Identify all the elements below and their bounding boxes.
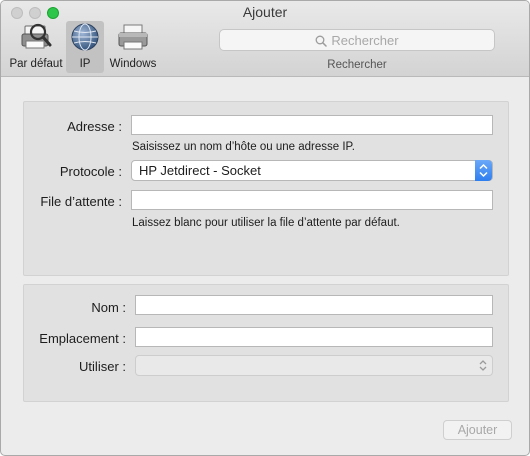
tab-windows[interactable]: Windows <box>105 21 161 73</box>
protocol-select[interactable]: HP Jetdirect - Socket <box>131 160 493 181</box>
name-label: Nom : <box>91 300 126 315</box>
driver-select[interactable] <box>135 355 493 376</box>
protocol-value: HP Jetdirect - Socket <box>139 163 261 178</box>
queue-label: File d’attente : <box>40 194 122 209</box>
address-field[interactable] <box>131 115 493 135</box>
tab-ip-label: IP <box>79 58 91 70</box>
tab-ip[interactable]: IP <box>66 21 104 73</box>
select-arrows-icon <box>476 358 490 373</box>
select-arrows-icon <box>475 160 492 181</box>
default-printer-icon <box>19 22 53 57</box>
printer-icon <box>116 22 150 57</box>
search-icon <box>315 35 328 50</box>
location-label: Emplacement : <box>39 331 126 346</box>
use-label: Utiliser : <box>79 359 126 374</box>
search-placeholder: Rechercher <box>331 33 399 48</box>
tab-default-label: Par défaut <box>9 58 63 70</box>
queue-hint: Laissez blanc pour utiliser la file d’at… <box>132 217 400 229</box>
add-button[interactable]: Ajouter <box>443 420 512 440</box>
add-printer-window: Ajouter Par défaut IP Windows Rechercher… <box>0 0 530 456</box>
protocol-label: Protocole : <box>59 164 122 179</box>
tab-windows-label: Windows <box>109 58 157 70</box>
window-title: Ajouter <box>242 4 288 20</box>
address-label: Adresse : <box>67 119 122 134</box>
search-field[interactable]: Rechercher <box>219 29 495 51</box>
name-field[interactable] <box>135 295 493 315</box>
globe-icon <box>70 22 100 57</box>
titlebar: Ajouter Par défaut IP Windows Rechercher… <box>1 1 529 77</box>
location-field[interactable] <box>135 327 493 347</box>
queue-field[interactable] <box>131 190 493 210</box>
tab-default[interactable]: Par défaut <box>6 21 66 73</box>
search-caption: Rechercher <box>327 59 387 71</box>
address-hint: Saisissez un nom d’hôte ou une adresse I… <box>132 141 355 153</box>
